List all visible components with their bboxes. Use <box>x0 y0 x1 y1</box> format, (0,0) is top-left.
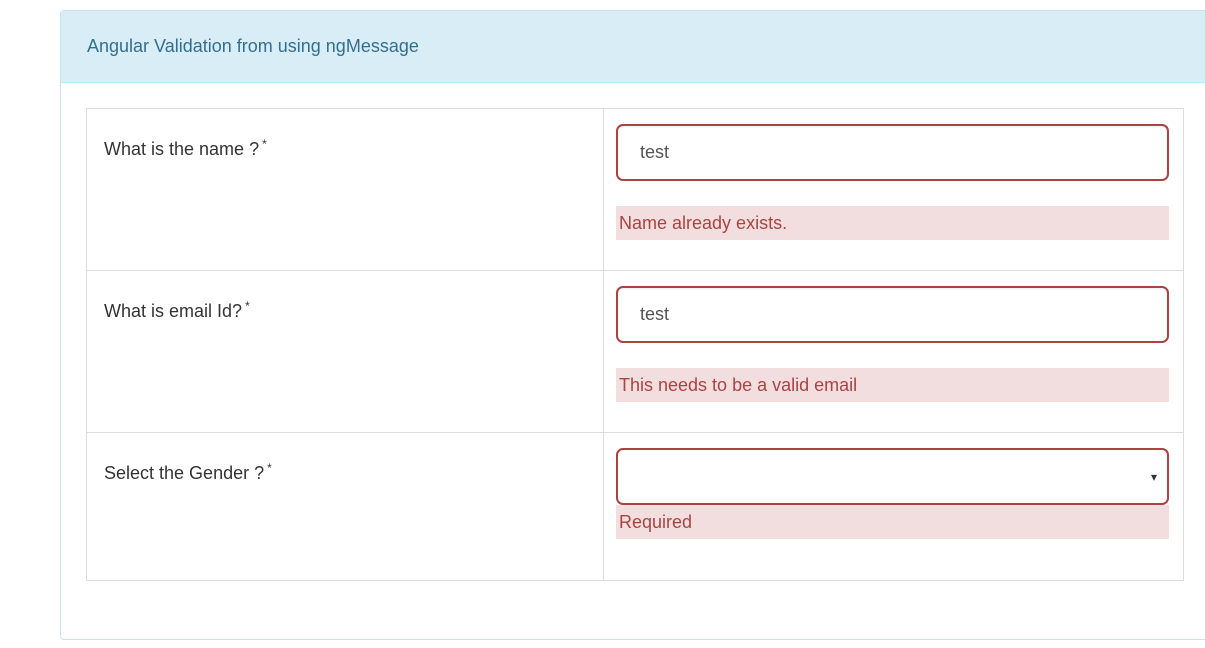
name-label: What is the name ? <box>104 139 260 159</box>
email-error-message: This needs to be a valid email <box>616 368 1169 402</box>
email-label: What is email Id? <box>104 301 243 321</box>
gender-select[interactable]: ▾ <box>616 448 1169 505</box>
form-row-name: What is the name ?* Name already exists. <box>86 108 1184 271</box>
name-error-message: Name already exists. <box>616 206 1169 240</box>
name-field-cell: Name already exists. <box>603 108 1184 271</box>
form-row-gender: Select the Gender ? * ▾ Required <box>86 432 1184 581</box>
email-input[interactable] <box>616 286 1169 343</box>
email-label-cell: What is email Id? * <box>86 270 604 433</box>
form-row-email: What is email Id?* This needs to be a va… <box>86 270 1184 433</box>
gender-required-mark: * <box>267 461 272 475</box>
gender-field-cell: ▾ Required <box>603 432 1184 581</box>
name-required-mark: * <box>262 137 267 151</box>
gender-label-cell: Select the Gender ? * <box>86 432 604 581</box>
caret-down-icon: ▾ <box>1150 469 1157 484</box>
panel-title: Angular Validation from using ngMessage <box>87 36 419 56</box>
gender-error-message: Required <box>616 505 1169 539</box>
panel-heading: Angular Validation from using ngMessage <box>61 11 1205 83</box>
email-field-cell: This needs to be a valid email <box>603 270 1184 433</box>
validation-panel: Angular Validation from using ngMessage … <box>60 10 1205 640</box>
gender-label: Select the Gender ? <box>104 463 265 483</box>
name-label-cell: What is the name ? * <box>86 108 604 271</box>
name-input[interactable] <box>616 124 1169 181</box>
form-table: What is the name ?* Name already exists.… <box>86 108 1184 581</box>
email-required-mark: * <box>245 299 250 313</box>
